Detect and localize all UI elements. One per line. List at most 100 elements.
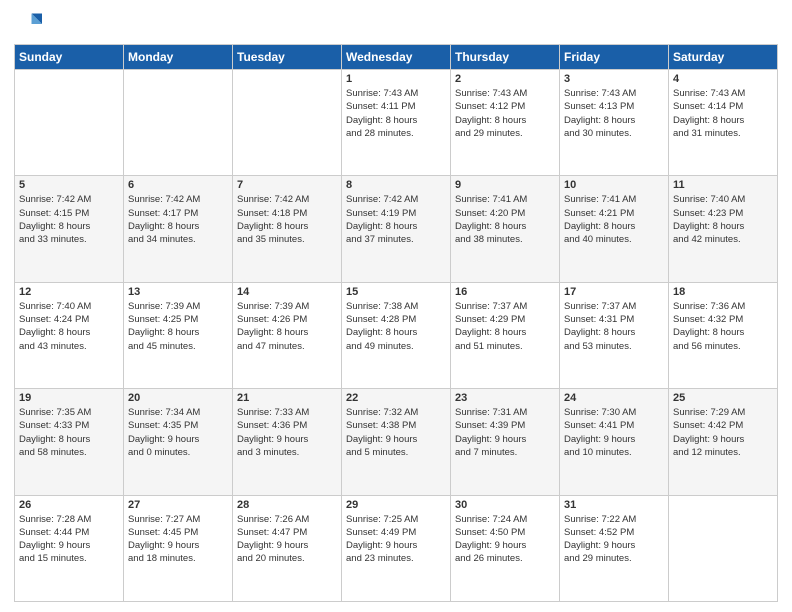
- day-number: 20: [128, 392, 228, 404]
- week-row-1: 1Sunrise: 7:43 AM Sunset: 4:11 PM Daylig…: [15, 70, 778, 176]
- day-info: Sunrise: 7:42 AM Sunset: 4:18 PM Dayligh…: [237, 193, 337, 246]
- day-info: Sunrise: 7:42 AM Sunset: 4:15 PM Dayligh…: [19, 193, 119, 246]
- day-number: 6: [128, 179, 228, 191]
- calendar-cell: 31 Sunrise: 7:22 AM Sunset: 4:52 PM Dayli…: [560, 495, 669, 601]
- day-number: 17: [564, 286, 664, 298]
- day-number: 19: [19, 392, 119, 404]
- calendar-cell: 29 Sunrise: 7:25 AM Sunset: 4:49 PM Dayli…: [342, 495, 451, 601]
- weekday-header-thursday: Thursday: [451, 45, 560, 70]
- day-info: Sunrise: 7:41 AM Sunset: 4:20 PM Dayligh…: [455, 193, 555, 246]
- day-info: Sunrise: 7:39 AM Sunset: 4:25 PM Dayligh…: [128, 300, 228, 353]
- calendar-cell: [124, 70, 233, 176]
- day-number: 8: [346, 179, 446, 191]
- calendar-cell: 14Sunrise: 7:39 AM Sunset: 4:26 PM Dayli…: [233, 282, 342, 388]
- weekday-header-sunday: Sunday: [15, 45, 124, 70]
- day-info: Sunrise: 7:41 AM Sunset: 4:21 PM Dayligh…: [564, 193, 664, 246]
- day-info: Sunrise: 7:43 AM Sunset: 4:13 PM Dayligh…: [564, 87, 664, 140]
- calendar-cell: [15, 70, 124, 176]
- day-info: Sunrise: 7:35 AM Sunset: 4:33 PM Dayligh…: [19, 406, 119, 459]
- calendar-cell: 13 Sunrise: 7:39 AM Sunset: 4:25 PM Dayli…: [124, 282, 233, 388]
- calendar-cell: 16 Sunrise: 7:37 AM Sunset: 4:29 PM Dayli…: [451, 282, 560, 388]
- calendar-cell: 3 Sunrise: 7:43 AM Sunset: 4:13 PM Daylig…: [560, 70, 669, 176]
- calendar-cell: 15 Sunrise: 7:38 AM Sunset: 4:28 PM Dayli…: [342, 282, 451, 388]
- week-row-2: 5Sunrise: 7:42 AM Sunset: 4:15 PM Daylig…: [15, 176, 778, 282]
- day-number: 18: [673, 286, 773, 298]
- day-number: 25: [673, 392, 773, 404]
- day-number: 4: [673, 73, 773, 85]
- day-number: 31: [564, 499, 664, 511]
- day-info: Sunrise: 7:43 AM Sunset: 4:12 PM Dayligh…: [455, 87, 555, 140]
- calendar-cell: [669, 495, 778, 601]
- weekday-header-friday: Friday: [560, 45, 669, 70]
- weekday-header-saturday: Saturday: [669, 45, 778, 70]
- calendar-cell: 6 Sunrise: 7:42 AM Sunset: 4:17 PM Daylig…: [124, 176, 233, 282]
- day-info: Sunrise: 7:30 AM Sunset: 4:41 PM Dayligh…: [564, 406, 664, 459]
- day-info: Sunrise: 7:34 AM Sunset: 4:35 PM Dayligh…: [128, 406, 228, 459]
- day-info: Sunrise: 7:40 AM Sunset: 4:23 PM Dayligh…: [673, 193, 773, 246]
- day-info: Sunrise: 7:28 AM Sunset: 4:44 PM Dayligh…: [19, 513, 119, 566]
- calendar-header: [14, 10, 778, 38]
- day-number: 27: [128, 499, 228, 511]
- week-row-5: 26 Sunrise: 7:28 AM Sunset: 4:44 PM Dayli…: [15, 495, 778, 601]
- day-info: Sunrise: 7:31 AM Sunset: 4:39 PM Dayligh…: [455, 406, 555, 459]
- day-info: Sunrise: 7:22 AM Sunset: 4:52 PM Dayligh…: [564, 513, 664, 566]
- calendar-cell: 8 Sunrise: 7:42 AM Sunset: 4:19 PM Daylig…: [342, 176, 451, 282]
- day-info: Sunrise: 7:24 AM Sunset: 4:50 PM Dayligh…: [455, 513, 555, 566]
- day-number: 9: [455, 179, 555, 191]
- day-info: Sunrise: 7:40 AM Sunset: 4:24 PM Dayligh…: [19, 300, 119, 353]
- calendar-cell: 20 Sunrise: 7:34 AM Sunset: 4:35 PM Dayli…: [124, 389, 233, 495]
- day-info: Sunrise: 7:42 AM Sunset: 4:17 PM Dayligh…: [128, 193, 228, 246]
- calendar-cell: 26 Sunrise: 7:28 AM Sunset: 4:44 PM Dayli…: [15, 495, 124, 601]
- calendar-table: SundayMondayTuesdayWednesdayThursdayFrid…: [14, 44, 778, 602]
- day-number: 10: [564, 179, 664, 191]
- calendar-cell: 24Sunrise: 7:30 AM Sunset: 4:41 PM Dayli…: [560, 389, 669, 495]
- day-number: 16: [455, 286, 555, 298]
- day-info: Sunrise: 7:37 AM Sunset: 4:31 PM Dayligh…: [564, 300, 664, 353]
- weekday-header-row: SundayMondayTuesdayWednesdayThursdayFrid…: [15, 45, 778, 70]
- day-number: 14: [237, 286, 337, 298]
- day-number: 22: [346, 392, 446, 404]
- week-row-3: 12 Sunrise: 7:40 AM Sunset: 4:24 PM Dayli…: [15, 282, 778, 388]
- day-number: 2: [455, 73, 555, 85]
- calendar-cell: 25 Sunrise: 7:29 AM Sunset: 4:42 PM Dayli…: [669, 389, 778, 495]
- day-info: Sunrise: 7:42 AM Sunset: 4:19 PM Dayligh…: [346, 193, 446, 246]
- calendar-cell: 18 Sunrise: 7:36 AM Sunset: 4:32 PM Dayli…: [669, 282, 778, 388]
- calendar-cell: 9 Sunrise: 7:41 AM Sunset: 4:20 PM Daylig…: [451, 176, 560, 282]
- calendar-cell: 7 Sunrise: 7:42 AM Sunset: 4:18 PM Daylig…: [233, 176, 342, 282]
- calendar-cell: 23 Sunrise: 7:31 AM Sunset: 4:39 PM Dayli…: [451, 389, 560, 495]
- day-info: Sunrise: 7:33 AM Sunset: 4:36 PM Dayligh…: [237, 406, 337, 459]
- day-number: 13: [128, 286, 228, 298]
- day-number: 7: [237, 179, 337, 191]
- day-number: 15: [346, 286, 446, 298]
- calendar-cell: 12 Sunrise: 7:40 AM Sunset: 4:24 PM Dayli…: [15, 282, 124, 388]
- day-number: 29: [346, 499, 446, 511]
- day-info: Sunrise: 7:27 AM Sunset: 4:45 PM Dayligh…: [128, 513, 228, 566]
- day-info: Sunrise: 7:32 AM Sunset: 4:38 PM Dayligh…: [346, 406, 446, 459]
- day-number: 11: [673, 179, 773, 191]
- calendar-page: SundayMondayTuesdayWednesdayThursdayFrid…: [0, 0, 792, 612]
- calendar-cell: 17 Sunrise: 7:37 AM Sunset: 4:31 PM Dayli…: [560, 282, 669, 388]
- day-info: Sunrise: 7:25 AM Sunset: 4:49 PM Dayligh…: [346, 513, 446, 566]
- day-info: Sunrise: 7:37 AM Sunset: 4:29 PM Dayligh…: [455, 300, 555, 353]
- day-number: 28: [237, 499, 337, 511]
- weekday-header-monday: Monday: [124, 45, 233, 70]
- calendar-cell: [233, 70, 342, 176]
- day-number: 26: [19, 499, 119, 511]
- day-number: 21: [237, 392, 337, 404]
- calendar-cell: 21 Sunrise: 7:33 AM Sunset: 4:36 PM Dayli…: [233, 389, 342, 495]
- day-info: Sunrise: 7:38 AM Sunset: 4:28 PM Dayligh…: [346, 300, 446, 353]
- calendar-cell: 27 Sunrise: 7:27 AM Sunset: 4:45 PM Dayli…: [124, 495, 233, 601]
- day-info: Sunrise: 7:36 AM Sunset: 4:32 PM Dayligh…: [673, 300, 773, 353]
- day-info: Sunrise: 7:29 AM Sunset: 4:42 PM Dayligh…: [673, 406, 773, 459]
- calendar-cell: 28Sunrise: 7:26 AM Sunset: 4:47 PM Dayli…: [233, 495, 342, 601]
- calendar-cell: 2 Sunrise: 7:43 AM Sunset: 4:12 PM Daylig…: [451, 70, 560, 176]
- calendar-cell: 11 Sunrise: 7:40 AM Sunset: 4:23 PM Dayli…: [669, 176, 778, 282]
- day-number: 3: [564, 73, 664, 85]
- calendar-cell: 10 Sunrise: 7:41 AM Sunset: 4:21 PM Dayli…: [560, 176, 669, 282]
- weekday-header-tuesday: Tuesday: [233, 45, 342, 70]
- logo-icon: [14, 10, 42, 38]
- day-info: Sunrise: 7:43 AM Sunset: 4:14 PM Dayligh…: [673, 87, 773, 140]
- day-number: 12: [19, 286, 119, 298]
- day-number: 23: [455, 392, 555, 404]
- calendar-cell: 5Sunrise: 7:42 AM Sunset: 4:15 PM Daylig…: [15, 176, 124, 282]
